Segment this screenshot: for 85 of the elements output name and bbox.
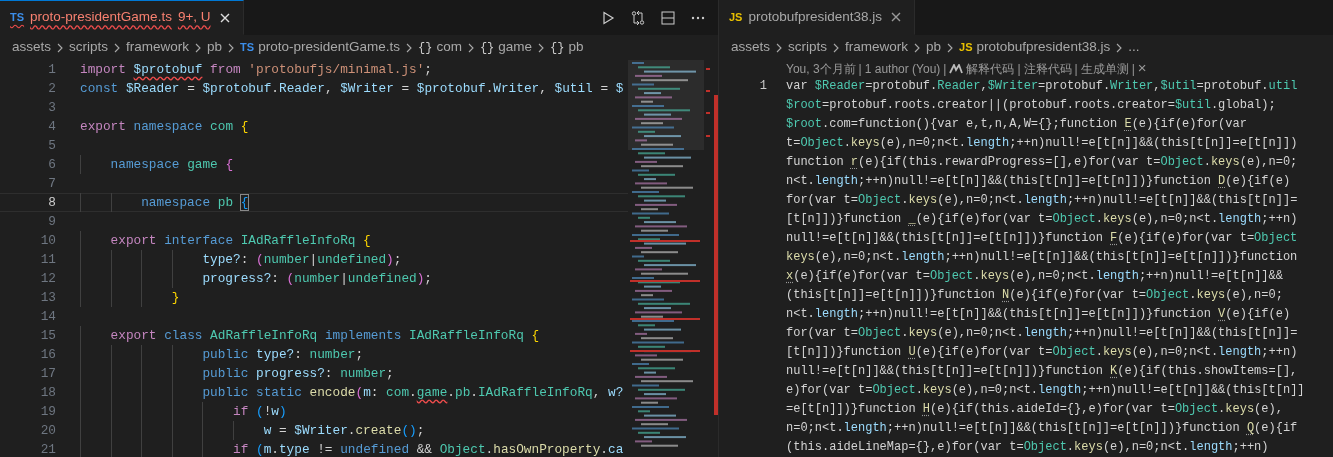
line-number: 2 xyxy=(47,79,57,98)
breadcrumb-item[interactable]: TS proto-presidentGame.ts xyxy=(240,37,400,58)
run-icon[interactable] xyxy=(600,9,616,26)
breadcrumb-item[interactable]: pb xyxy=(926,37,942,58)
line-number: 8 xyxy=(47,193,57,212)
code-line: [t[n]])}function U(e){if(e)for(var t=Object.keys(e),n=0;n<t.length;++n) xyxy=(786,344,1298,361)
line-number: 15 xyxy=(39,326,57,345)
line-number: 16 xyxy=(39,345,57,364)
line-number: 18 xyxy=(39,383,57,402)
codelens-link[interactable]: 生成单测 xyxy=(1080,59,1129,78)
line-number: 13 xyxy=(39,288,57,307)
code-line: keys(e),n=0;n<t.length;++n)null!=e[t[n]]&&(this[t[n]]=e[t[n]])}function xyxy=(786,249,1298,266)
codelens-link[interactable]: You, 3个月前 xyxy=(786,59,856,78)
line-number: 11 xyxy=(39,250,57,269)
breadcrumb-item[interactable]: scripts xyxy=(788,37,828,58)
editor-tab[interactable]: TS proto-presidentGame.ts 9+, U xyxy=(0,0,244,35)
breadcrumb-item[interactable]: ... xyxy=(1128,37,1140,58)
codelens-link[interactable]: 注释代码 xyxy=(1023,59,1072,78)
code-line: $root.com=function(){var e,t,n,A,W={};function E(e){if(e)for(var xyxy=(786,116,1247,133)
code-line: n=0;n<t.length;++n)null!=e[t[n]]&&(this[t[n]]=e[t[n]])}function Q(e){if xyxy=(786,420,1298,437)
line-number: 14 xyxy=(39,307,57,326)
codelens-link[interactable]: 1 author (You) xyxy=(864,59,941,78)
code-line: var $Reader=protobuf.Reader,$Writer=protobuf.Writer,$util=protobuf.util xyxy=(786,78,1298,95)
code-line: function r(e){if(this.rewardProgress=[],e)for(var t=Object.keys(e),n=0; xyxy=(786,154,1298,171)
breadcrumb-item[interactable]: {} game xyxy=(479,37,533,58)
problem-count: 9+, U xyxy=(177,8,211,27)
close-icon[interactable]: × xyxy=(1137,57,1147,80)
breadcrumb-item[interactable]: framework xyxy=(126,37,190,58)
editor-tab[interactable]: JS protobufpresident38.js xyxy=(719,0,916,35)
logo-icon xyxy=(949,63,964,74)
file-type-icon: JS xyxy=(729,8,743,26)
code-line: t=Object.keys(e),n=0;n<t.length;++n)null!=e[t[n]]&&(this[t[n]]=e[t[n]]) xyxy=(786,135,1298,152)
line-number: 21 xyxy=(39,440,57,457)
code-line: export namespace com { xyxy=(79,118,249,136)
breadcrumb-item[interactable]: assets xyxy=(12,37,52,58)
breadcrumb-item[interactable]: {} com xyxy=(418,37,462,58)
file-type-icon: TS xyxy=(10,9,25,26)
codelens-separator: | xyxy=(943,60,947,78)
line-number: 4 xyxy=(47,117,57,136)
code-line: x(e){if(e)for(var t=Object.keys(e),n=0;n<t.length;++n)null!=e[t[n]]&& xyxy=(786,268,1283,285)
code-line: $root=protobuf.roots.creator||(protobuf.roots.creator=$util.global); xyxy=(786,97,1276,114)
breadcrumb-item[interactable]: assets xyxy=(731,37,771,58)
namespace-icon: {} xyxy=(479,38,495,57)
code-line: e)for(var t=Object.keys(e),n=0;n<t.length;++n)null!=e[t[n]]&&(this[t[n]] xyxy=(786,382,1305,399)
code-line: null!=e[t[n]]&&(this[t[n]]=e[t[n]])}function F(e){if(e)for(var t=Object xyxy=(786,230,1298,247)
breadcrumb-item[interactable]: pb xyxy=(207,37,223,58)
line-number: 10 xyxy=(39,231,57,250)
code-line: null!=e[t[n]]&&(this[t[n]]=e[t[n]])}function K(e){if(this.showItems=[], xyxy=(786,363,1298,380)
file-type-icon: JS xyxy=(959,39,973,56)
code-line: import $protobuf from 'protobufjs/minimal.js'; xyxy=(79,61,432,79)
line-number: 9 xyxy=(47,212,57,231)
namespace-icon: {} xyxy=(550,38,565,57)
codelens-separator: | xyxy=(858,60,862,78)
breadcrumb-item[interactable]: {} pb xyxy=(550,37,584,58)
breadcrumb-item[interactable]: framework xyxy=(845,37,909,58)
line-number: 17 xyxy=(39,364,57,383)
namespace-icon: {} xyxy=(418,38,433,57)
split-editor-icon[interactable] xyxy=(660,9,676,26)
codelens-separator: | xyxy=(1074,60,1078,78)
line-number: 1 xyxy=(47,60,57,79)
code-line: n<t.length;++n)null!=e[t[n]]&&(this[t[n]]=e[t[n]])}function V(e){if(e) xyxy=(786,306,1291,323)
line-number: 7 xyxy=(47,174,57,193)
line-number: 6 xyxy=(47,155,57,174)
codelens-separator: | xyxy=(1131,60,1135,78)
code-line: for(var t=Object.keys(e),n=0;n<t.length;++n)null!=e[t[n]]&&(this[t[n]]= xyxy=(786,192,1298,209)
code-line: const $Reader = $protobuf.Reader, $Writer = $protobuf.Writer, $util = $ xyxy=(79,80,624,98)
line-number: 20 xyxy=(39,421,57,440)
code-line: n<t.length;++n)null!=e[t[n]]&&(this[t[n]]=e[t[n]])}function D(e){if(e) xyxy=(786,173,1291,190)
line-number: 3 xyxy=(47,98,57,117)
code-line: =e[t[n]])}function H(e){if(this.aideId={},e)for(var t=Object.keys(e), xyxy=(786,401,1283,418)
codelens-separator: | xyxy=(1017,60,1021,78)
line-number: 19 xyxy=(39,402,57,421)
code-line: for(var t=Object.keys(e),n=0;n<t.length;++n)null!=e[t[n]]&&(this[t[n]]= xyxy=(786,325,1298,342)
line-number: 1 xyxy=(758,78,767,95)
compare-changes-icon[interactable] xyxy=(630,9,646,26)
code-line: (this.aideLineMap={},e)for(var t=Object.keys(e),n=0;n<t.length;++n) xyxy=(786,439,1269,456)
chevron-icon xyxy=(404,42,414,53)
breadcrumb-item[interactable]: JS protobufpresident38.js xyxy=(959,37,1111,58)
file-type-icon: TS xyxy=(240,39,255,56)
line-number: 5 xyxy=(47,136,57,155)
codelens-link[interactable]: 解释代码 xyxy=(966,59,1015,78)
line-number: 12 xyxy=(39,269,57,288)
code-line: [t[n]])}function _(e){if(e)for(var t=Object.keys(e),n=0;n<t.length;++n) xyxy=(786,211,1298,228)
breadcrumb-item[interactable]: scripts xyxy=(69,37,109,58)
code-line: (this[t[n]]=e[t[n]])}function N(e){if(e)for(var t=Object.keys(e),n=0; xyxy=(786,287,1283,304)
